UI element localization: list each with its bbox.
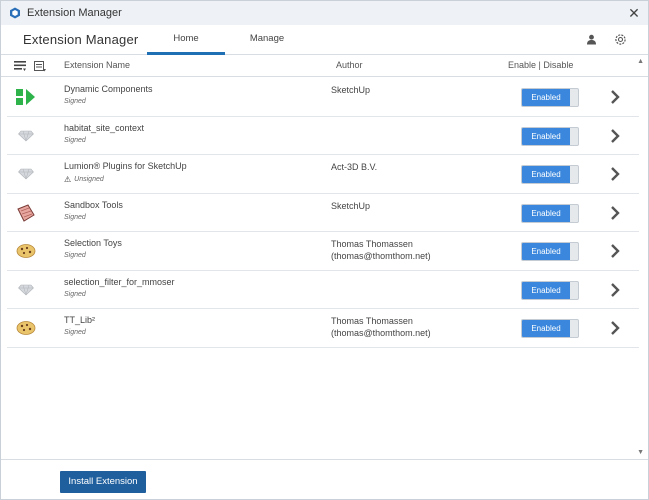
chevron-right-icon[interactable] bbox=[609, 243, 621, 259]
enable-toggle[interactable]: Enabled bbox=[521, 280, 579, 300]
chevron-right-icon[interactable] bbox=[609, 89, 621, 105]
chevron-right-icon[interactable] bbox=[609, 166, 621, 182]
cookie-icon bbox=[15, 318, 37, 338]
toggle-enabled-label: Enabled bbox=[522, 166, 570, 183]
extension-manager-window: Extension Manager ✕ Extension Manager Ho… bbox=[0, 0, 649, 500]
signature-status: Signed bbox=[64, 213, 86, 221]
ruby-gem-icon bbox=[15, 164, 37, 184]
enable-toggle[interactable]: Enabled bbox=[521, 203, 579, 223]
toggle-enabled-label: Enabled bbox=[522, 281, 570, 299]
signature-status: Signed bbox=[64, 136, 86, 144]
list-item[interactable]: selection_filter_for_mmoser Signed Enabl… bbox=[7, 271, 639, 309]
extension-name: Lumion® Plugins for SketchUp bbox=[64, 161, 187, 171]
extension-name: selection_filter_for_mmoser bbox=[64, 276, 175, 287]
list-item[interactable]: Lumion® Plugins for SketchUp ⚠ Unsigned A… bbox=[7, 155, 639, 194]
column-author: Author bbox=[336, 60, 363, 70]
extension-name: Sandbox Tools bbox=[64, 199, 123, 210]
ruby-gem-icon bbox=[15, 126, 37, 146]
enable-toggle[interactable]: Enabled bbox=[521, 126, 579, 146]
toggle-enabled-label: Enabled bbox=[522, 127, 570, 145]
window-title: Extension Manager bbox=[27, 7, 122, 19]
signature-status: Signed bbox=[64, 98, 86, 105]
footer-bar: Install Extension bbox=[1, 459, 648, 499]
signature-status: Signed bbox=[64, 290, 86, 298]
enable-toggle[interactable]: Enabled bbox=[521, 165, 579, 184]
extension-author: Thomas Thomassen (thomas@thomthom.net) bbox=[331, 239, 431, 261]
toggle-enabled-label: Enabled bbox=[522, 243, 570, 260]
list-item[interactable]: Sandbox Tools Signed SketchUp Enabled bbox=[7, 194, 639, 232]
ruby-gem-icon bbox=[15, 280, 37, 300]
title-bar: Extension Manager ✕ bbox=[1, 1, 648, 25]
extension-list: Dynamic Components Signed SketchUp Enabl… bbox=[7, 78, 639, 348]
list-item[interactable]: Selection Toys Signed Thomas Thomassen (t… bbox=[7, 232, 639, 271]
list-item[interactable]: habitat_site_context Signed Enabled bbox=[7, 117, 639, 155]
chevron-right-icon[interactable] bbox=[609, 282, 621, 298]
enable-toggle[interactable]: Enabled bbox=[521, 319, 579, 338]
dynamic-components-icon bbox=[15, 87, 37, 107]
tab-home[interactable]: Home bbox=[147, 25, 225, 55]
chevron-right-icon[interactable] bbox=[609, 205, 621, 221]
signature-status: Signed bbox=[64, 252, 86, 259]
extension-author: SketchUp bbox=[331, 200, 371, 211]
detail-view-icon[interactable] bbox=[33, 60, 47, 73]
extension-author: SketchUp bbox=[331, 85, 371, 95]
gear-icon[interactable] bbox=[613, 32, 627, 46]
extension-name: Dynamic Components bbox=[64, 84, 153, 94]
list-item[interactable]: TT_Lib² Signed Thomas Thomassen (thomas@t… bbox=[7, 309, 639, 348]
sketchup-app-icon bbox=[9, 7, 21, 19]
column-extension-name: Extension Name bbox=[64, 60, 131, 70]
sandbox-tools-icon bbox=[15, 203, 37, 223]
extension-name: Selection Toys bbox=[64, 238, 122, 248]
toggle-enabled-label: Enabled bbox=[522, 320, 570, 337]
signature-status: Signed bbox=[64, 329, 86, 336]
column-header: Extension Name Author Enable | Disable bbox=[1, 55, 648, 77]
extension-name: TT_Lib² bbox=[64, 315, 96, 325]
user-icon[interactable] bbox=[584, 32, 598, 46]
chevron-right-icon[interactable] bbox=[609, 128, 621, 144]
extension-author: Act-3D B.V. bbox=[331, 162, 378, 172]
cookie-icon bbox=[15, 241, 37, 261]
toggle-enabled-label: Enabled bbox=[522, 89, 570, 106]
install-extension-button[interactable]: Install Extension bbox=[60, 471, 146, 493]
scroll-up-arrow[interactable]: ▲ bbox=[637, 58, 644, 65]
app-header: Extension Manager Home Manage bbox=[1, 25, 648, 55]
enable-toggle[interactable]: Enabled bbox=[521, 88, 579, 107]
tab-manage[interactable]: Manage bbox=[229, 25, 305, 55]
enable-toggle[interactable]: Enabled bbox=[521, 242, 579, 261]
signature-status: ⚠ Unsigned bbox=[64, 175, 104, 184]
toggle-enabled-label: Enabled bbox=[522, 204, 570, 222]
chevron-right-icon[interactable] bbox=[609, 320, 621, 336]
list-item[interactable]: Dynamic Components Signed SketchUp Enabl… bbox=[7, 78, 639, 117]
list-view-icon[interactable] bbox=[13, 60, 27, 73]
warning-icon: ⚠ bbox=[64, 175, 72, 184]
window-close-button[interactable]: ✕ bbox=[626, 5, 642, 21]
scroll-down-arrow[interactable]: ▼ bbox=[637, 449, 644, 456]
extension-name: habitat_site_context bbox=[64, 122, 145, 133]
app-brand-title: Extension Manager bbox=[23, 32, 139, 47]
extension-author: Thomas Thomassen (thomas@thomthom.net) bbox=[331, 316, 431, 338]
column-enable-disable: Enable | Disable bbox=[508, 60, 574, 70]
